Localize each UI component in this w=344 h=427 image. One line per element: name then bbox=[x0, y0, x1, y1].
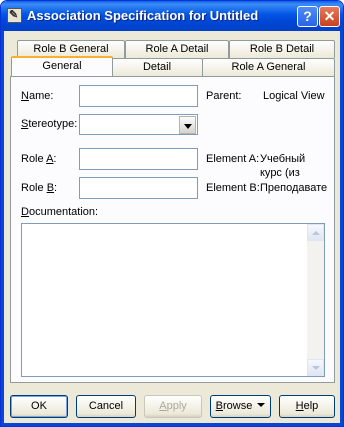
association-spec-dialog: ✎ Association Specification for Untitled… bbox=[0, 0, 344, 427]
documentation-label: Documentation: bbox=[21, 206, 99, 218]
role-b-label: Role B: bbox=[21, 182, 58, 194]
browse-label: Browse bbox=[215, 400, 253, 412]
element-a-value-line2: курс (из bbox=[260, 167, 300, 179]
element-b-label: Element B: bbox=[206, 182, 260, 194]
scroll-down-icon[interactable] bbox=[307, 359, 324, 376]
parent-label: Parent: bbox=[206, 90, 242, 102]
browse-button[interactable]: Browse bbox=[210, 395, 271, 418]
documentation-scrollbar[interactable] bbox=[307, 224, 324, 376]
element-b-value: Преподавате bbox=[260, 182, 328, 194]
documentation-textarea[interactable] bbox=[21, 223, 325, 377]
apply-button[interactable]: Apply bbox=[144, 395, 202, 418]
help-button[interactable]: Help bbox=[279, 395, 335, 418]
element-a-value-line1: Учебный bbox=[260, 153, 306, 165]
element-a-label: Element A: bbox=[206, 153, 260, 165]
dropdown-arrow-icon bbox=[257, 403, 266, 407]
parent-value: Logical View bbox=[263, 90, 325, 102]
ok-button[interactable]: OK bbox=[10, 395, 68, 418]
form-layer: Name: Parent: Logical View Stereotype: R… bbox=[1, 1, 343, 426]
chevron-down-icon[interactable] bbox=[179, 116, 196, 134]
role-a-label: Role A: bbox=[21, 153, 57, 165]
stereotype-select[interactable] bbox=[79, 114, 198, 135]
role-a-input[interactable] bbox=[79, 148, 198, 170]
role-b-input[interactable] bbox=[79, 177, 198, 199]
scroll-up-icon[interactable] bbox=[307, 224, 324, 241]
name-input[interactable] bbox=[79, 85, 198, 107]
cancel-button[interactable]: Cancel bbox=[76, 395, 136, 418]
stereotype-label: Stereotype: bbox=[21, 118, 78, 130]
name-label: Name: bbox=[21, 90, 54, 102]
